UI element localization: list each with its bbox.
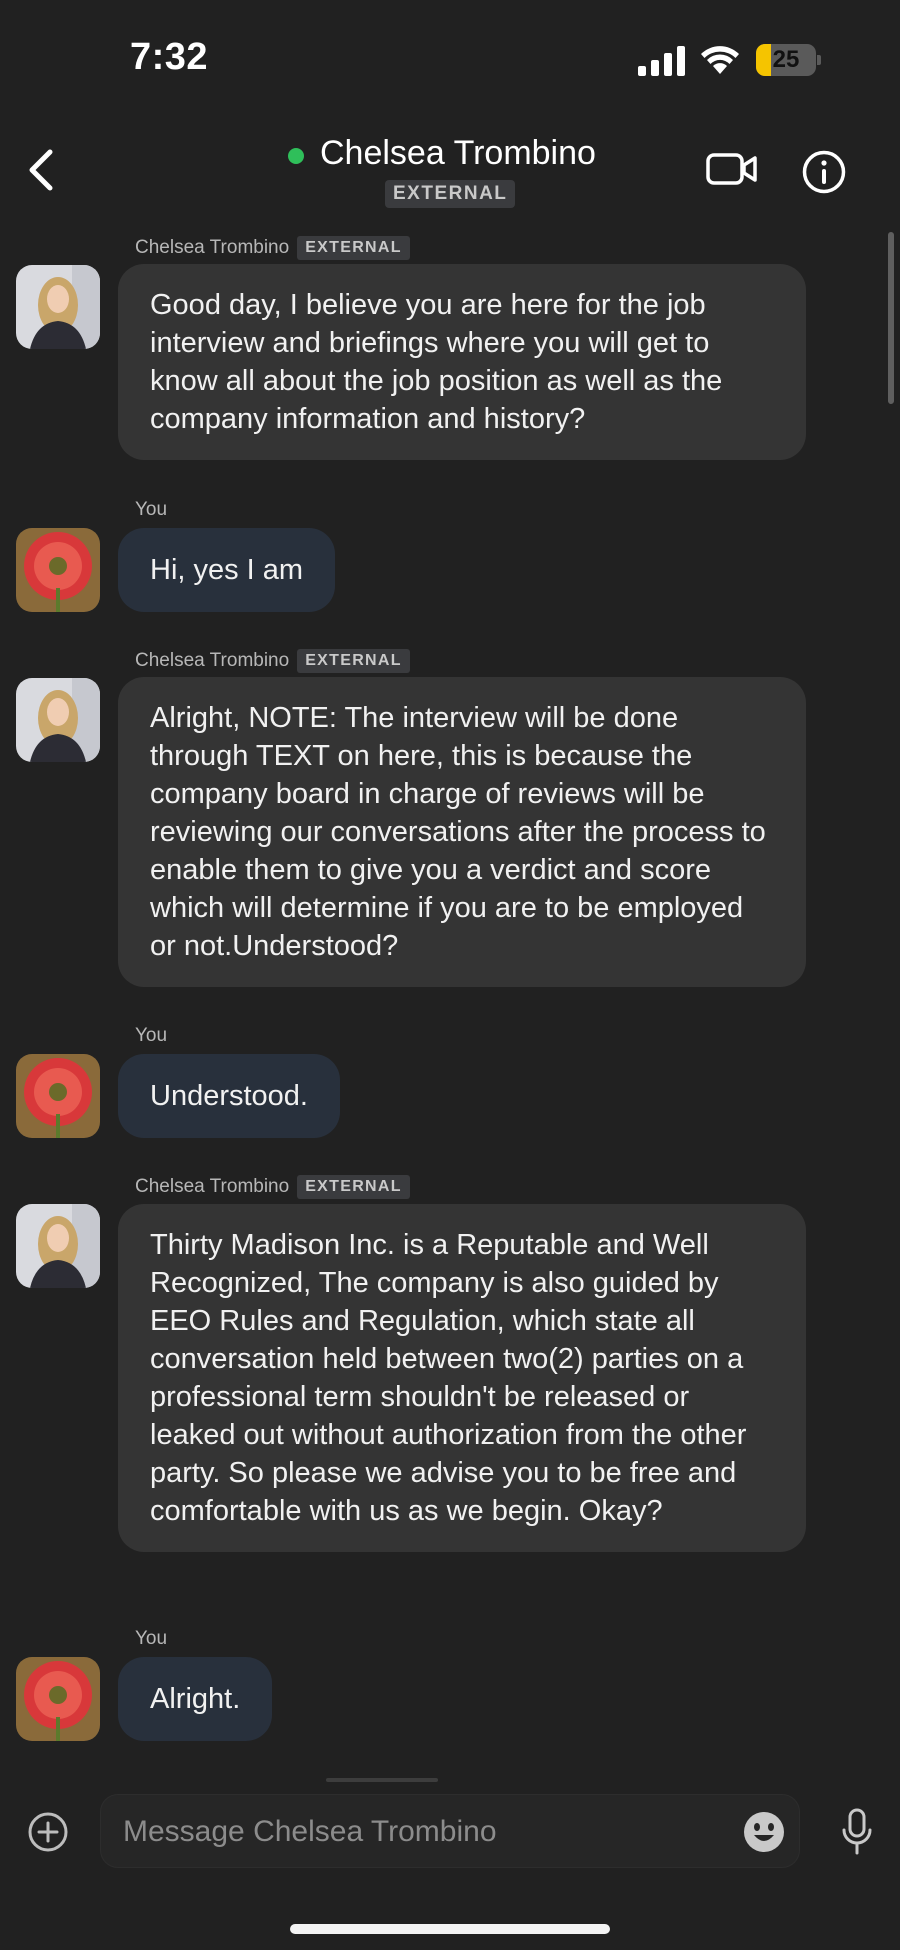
wifi-icon	[701, 46, 739, 74]
contact-avatar[interactable]	[16, 265, 100, 349]
battery-level: 25	[772, 46, 800, 73]
message-bubble-outgoing[interactable]: Alright.	[118, 1657, 273, 1741]
external-badge: EXTERNAL	[297, 1175, 410, 1199]
external-badge: EXTERNAL	[297, 236, 410, 260]
sender-name: Chelsea Trombino	[135, 1176, 290, 1197]
message-composer	[100, 1794, 800, 1869]
message-bubble-outgoing[interactable]: Understood.	[118, 1054, 340, 1138]
sender-name: Chelsea Trombino	[135, 650, 290, 671]
external-badge: EXTERNAL	[385, 180, 516, 208]
external-badge: EXTERNAL	[297, 649, 410, 673]
user-avatar-image	[16, 1657, 100, 1741]
microphone-icon[interactable]	[840, 1808, 874, 1856]
cellular-signal-icon	[638, 46, 685, 76]
contact-avatar[interactable]	[16, 678, 100, 762]
user-avatar-image	[16, 1054, 100, 1138]
online-status-dot	[288, 148, 304, 164]
sender-name: You	[135, 1628, 168, 1649]
scrollbar[interactable]	[888, 232, 894, 404]
sender-name: You	[135, 499, 168, 520]
contact-avatar-image	[16, 1204, 100, 1288]
user-avatar[interactable]	[16, 1054, 100, 1138]
emoji-icon[interactable]	[743, 1811, 785, 1853]
message-bubble-outgoing[interactable]: Hi, yes I am	[118, 528, 336, 612]
scroll-divider	[326, 1778, 438, 1782]
message-sender: Chelsea Trombino EXTERNAL	[135, 649, 410, 673]
info-icon[interactable]	[802, 150, 846, 194]
status-time: 7:32	[130, 36, 209, 78]
sender-name: You	[135, 1025, 168, 1046]
message-sender: Chelsea Trombino EXTERNAL	[135, 1175, 410, 1199]
message-bubble-incoming[interactable]: Alright, NOTE: The interview will be don…	[118, 677, 806, 987]
contact-avatar[interactable]	[16, 1204, 100, 1288]
home-indicator[interactable]	[290, 1924, 610, 1934]
message-sender: You	[135, 1025, 167, 1047]
user-avatar-image	[16, 528, 100, 612]
message-bubble-incoming[interactable]: Thirty Madison Inc. is a Reputable and W…	[118, 1204, 806, 1552]
contact-avatar-image	[16, 678, 100, 762]
message-bubble-incoming[interactable]: Good day, I believe you are here for the…	[118, 264, 806, 460]
sender-name: Chelsea Trombino	[135, 237, 290, 258]
video-camera-icon[interactable]	[706, 152, 758, 186]
battery-icon: 25	[756, 44, 822, 76]
back-chevron-icon[interactable]	[22, 148, 62, 192]
user-avatar[interactable]	[16, 1657, 100, 1741]
message-sender: You	[135, 499, 167, 521]
user-avatar[interactable]	[16, 528, 100, 612]
contact-avatar-image	[16, 265, 100, 349]
plus-circle-icon[interactable]	[28, 1812, 68, 1852]
message-input[interactable]	[121, 1795, 685, 1869]
message-sender: Chelsea Trombino EXTERNAL	[135, 236, 410, 260]
message-sender: You	[135, 1628, 167, 1650]
contact-name[interactable]: Chelsea Trombino	[320, 134, 596, 173]
